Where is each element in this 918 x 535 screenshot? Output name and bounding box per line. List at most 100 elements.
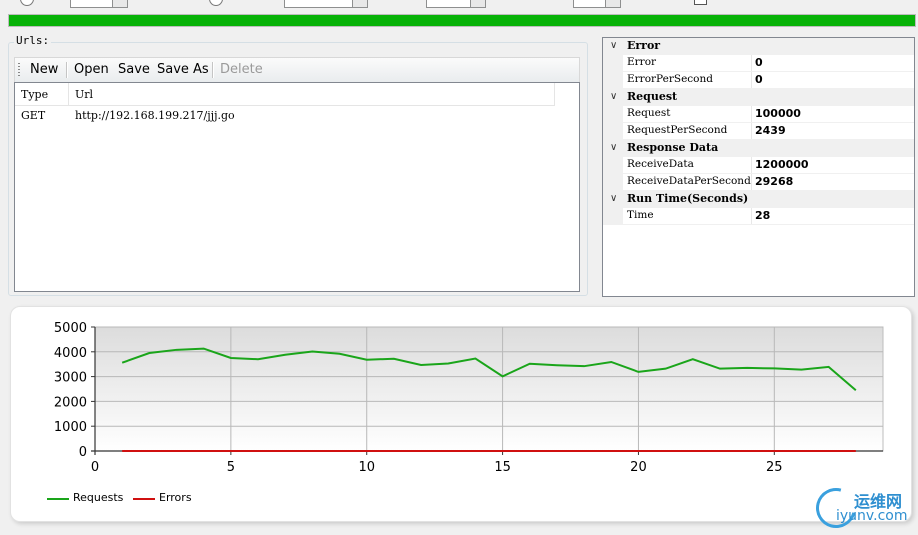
urls-list[interactable]: Type Url GET http://192.168.199.217/jjj.… (14, 82, 580, 292)
column-header-type[interactable]: Type (15, 83, 48, 105)
url-row-url: http://192.168.199.217/jjj.go (75, 109, 235, 122)
stats-property-grid: ∨ Error Error 0 ErrorPerSecond 0 ∨ Reque… (602, 37, 915, 297)
option-checkbox[interactable] (694, 0, 707, 5)
row-gutter (603, 106, 623, 123)
y-tick-label: 3000 (54, 371, 87, 386)
collapse-chevron-icon[interactable]: ∨ (610, 91, 617, 102)
progress-bar (8, 14, 916, 27)
legend-label-requests: Requests (73, 491, 124, 504)
property-value: 100000 (755, 107, 801, 120)
save-button[interactable]: Save (115, 61, 153, 79)
property-name: ReceiveDataPerSecond (627, 175, 751, 187)
property-row-request-per-second[interactable]: RequestPerSecond 2439 (603, 123, 914, 140)
url-row-type: GET (21, 109, 46, 122)
y-tick-label: 2000 (54, 395, 87, 410)
url-row[interactable]: GET http://192.168.199.217/jjj.go (15, 107, 555, 125)
row-gutter (603, 72, 623, 89)
column-split (751, 123, 752, 140)
x-tick-label: 25 (766, 460, 783, 475)
column-split (751, 208, 752, 225)
row-gutter (603, 174, 623, 191)
mode-radio-1[interactable] (20, 0, 34, 6)
collapse-chevron-icon[interactable]: ∨ (610, 40, 617, 51)
urls-toolbar: New Open Save Save As Delete (14, 57, 580, 82)
property-value: 28 (755, 209, 771, 222)
x-tick-label: 0 (91, 460, 99, 475)
toolbar-grip[interactable] (18, 63, 20, 77)
save-as-button[interactable]: Save As (154, 61, 212, 79)
property-row-time[interactable]: Time 28 (603, 208, 914, 225)
y-tick-label: 0 (79, 445, 87, 460)
setting-dropdown-1[interactable] (112, 0, 128, 8)
requests-chart: 0 1000 2000 3000 4000 5000 0 5 10 15 20 25 (54, 321, 884, 475)
toolbar-separator (212, 62, 214, 78)
property-name: Time (627, 209, 654, 221)
property-row-request[interactable]: Request 100000 (603, 106, 914, 123)
row-divider (623, 224, 914, 225)
collapse-chevron-icon[interactable]: ∨ (610, 193, 617, 204)
setting-field-2[interactable] (284, 0, 354, 8)
column-split (751, 157, 752, 174)
legend-label-errors: Errors (159, 491, 192, 504)
property-value: 2439 (755, 124, 786, 137)
category-label: Request (627, 90, 678, 103)
row-gutter (603, 55, 623, 72)
toolbar-separator (66, 62, 68, 78)
progress-bar-fill (9, 15, 915, 26)
plot-area (94, 326, 884, 452)
property-row-receive-data[interactable]: ReceiveData 1200000 (603, 157, 914, 174)
row-gutter (603, 123, 623, 140)
property-value: 1200000 (755, 158, 809, 171)
property-value: 29268 (755, 175, 794, 188)
row-gutter (603, 208, 623, 225)
column-divider[interactable] (554, 83, 555, 105)
property-row-receive-data-per-second[interactable]: ReceiveDataPerSecond 29268 (603, 174, 914, 191)
property-name: ReceiveData (627, 158, 694, 170)
column-split (751, 106, 752, 123)
property-name: Request (627, 107, 671, 119)
urls-group-title: Urls: (14, 34, 52, 47)
watermark-en-text: iyunv.com (836, 508, 908, 524)
legend-swatch-errors (133, 498, 155, 500)
mode-radio-2[interactable] (209, 0, 223, 6)
category-request[interactable]: ∨ Request (603, 89, 914, 106)
property-row-error-per-second[interactable]: ErrorPerSecond 0 (603, 72, 914, 89)
setting-field-4[interactable] (573, 0, 607, 8)
category-label: Error (627, 39, 661, 52)
urls-list-header: Type Url (15, 83, 555, 106)
category-label: Response Data (627, 141, 719, 154)
collapse-chevron-icon[interactable]: ∨ (610, 142, 617, 153)
legend-swatch-requests (47, 498, 69, 500)
open-button[interactable]: Open (71, 61, 112, 79)
column-split (751, 174, 752, 191)
property-name: Error (627, 56, 657, 68)
site-watermark: 运维网 iyunv.com (808, 480, 912, 535)
category-run-time[interactable]: ∨ Run Time(Seconds) (603, 191, 914, 208)
setting-dropdown-3[interactable] (470, 0, 486, 8)
x-tick-label: 5 (227, 460, 235, 475)
category-error[interactable]: ∨ Error (603, 38, 914, 55)
setting-dropdown-2[interactable] (352, 0, 368, 8)
setting-field-3[interactable] (426, 0, 472, 8)
y-tick-label: 1000 (54, 420, 87, 435)
top-settings-strip (0, 0, 918, 12)
property-name: RequestPerSecond (627, 124, 728, 136)
x-tick-label: 20 (630, 460, 647, 475)
category-label: Run Time(Seconds) (627, 192, 749, 205)
column-split (751, 55, 752, 72)
setting-field-1[interactable] (70, 0, 114, 8)
y-tick-label: 5000 (54, 321, 87, 336)
requests-chart-panel: 0 1000 2000 3000 4000 5000 0 5 10 15 20 25 Requests… (10, 306, 912, 522)
x-tick-label: 10 (358, 460, 375, 475)
y-tick-label: 4000 (54, 346, 87, 361)
row-gutter (603, 157, 623, 174)
property-value: 0 (755, 73, 763, 86)
setting-dropdown-4[interactable] (605, 0, 621, 8)
column-header-url[interactable]: Url (69, 83, 93, 105)
x-tick-label: 15 (494, 460, 511, 475)
category-response-data[interactable]: ∨ Response Data (603, 140, 914, 157)
delete-button[interactable]: Delete (217, 61, 266, 79)
new-button[interactable]: New (27, 61, 61, 79)
property-row-error[interactable]: Error 0 (603, 55, 914, 72)
column-split (751, 72, 752, 89)
